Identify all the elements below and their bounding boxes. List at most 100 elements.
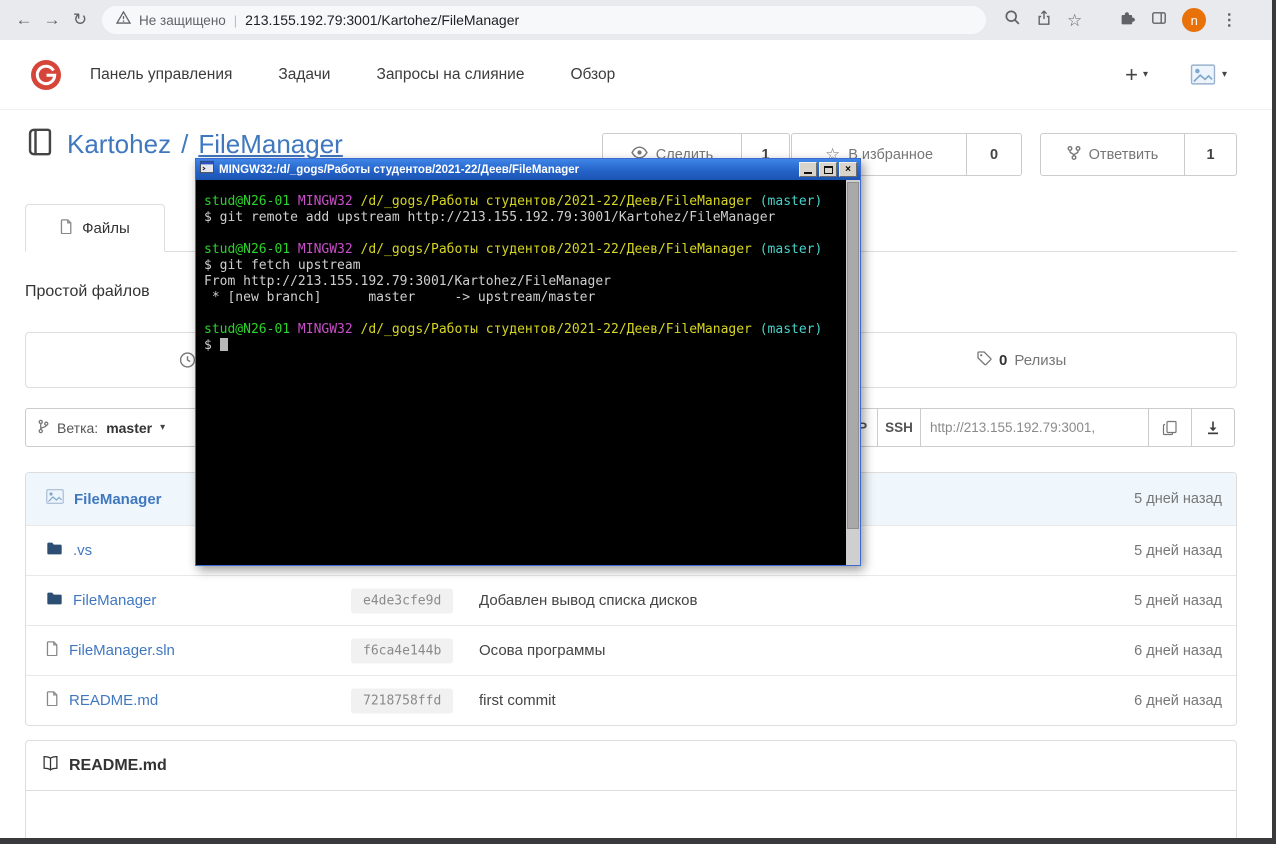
terminal-title: MINGW32:/d/_gogs/Работы студентов/2021-2… — [219, 163, 580, 176]
repo-title-separator: / — [181, 129, 189, 159]
address-bar[interactable]: Не защищено | 213.155.192.79:3001/Kartoh… — [102, 6, 986, 34]
book-icon — [42, 755, 59, 777]
history-icon — [179, 352, 196, 368]
file-name-link[interactable]: README.md — [69, 692, 158, 709]
toolbar-icons: ☆ n ⋮ — [1004, 8, 1237, 32]
scrollbar-thumb[interactable] — [847, 182, 859, 529]
back-button[interactable]: ← — [10, 6, 38, 34]
fork-button-group: Ответвить 1 — [1040, 133, 1237, 176]
fork-button[interactable]: Ответвить — [1040, 133, 1185, 176]
reload-button[interactable]: ↻ — [66, 6, 94, 34]
navbar-menu: Панель управления Задачи Запросы на слия… — [90, 66, 615, 84]
terminal-line: stud@N26-01 MINGW32 /d/_gogs/Работы студ… — [204, 194, 846, 210]
releases-label: Релизы — [1014, 351, 1067, 369]
table-row: FileManager e4de3cfe9d Добавлен вывод сп… — [26, 575, 1236, 625]
file-name-link[interactable]: .vs — [73, 542, 92, 559]
prompt-user: stud@N26-01 — [204, 242, 291, 257]
terminal-line: From http://213.155.192.79:3001/Kartohez… — [204, 274, 611, 289]
clone-url-input[interactable] — [920, 408, 1149, 447]
commit-hash-link[interactable]: e4de3cfe9d — [351, 588, 454, 613]
releases-count: 0 — [999, 351, 1008, 369]
repo-description: Простой файлов — [25, 283, 150, 300]
prompt-system: MINGW32 — [297, 242, 353, 257]
commit-message-link[interactable]: Осова программы — [479, 642, 605, 659]
terminal-line: $ git remote add upstream http://213.155… — [204, 210, 776, 225]
navbar-item-dashboard[interactable]: Панель управления — [90, 66, 232, 84]
ssh-protocol-button[interactable]: SSH — [877, 408, 921, 447]
readme-title: README.md — [69, 756, 167, 774]
bookmark-star-icon[interactable]: ☆ — [1067, 12, 1082, 29]
navbar-item-explore[interactable]: Обзор — [570, 66, 615, 84]
file-date: 5 дней назад — [1134, 542, 1222, 559]
navbar-item-pull-requests[interactable]: Запросы на слияние — [376, 66, 524, 84]
chevron-down-icon: ▾ — [1142, 69, 1148, 80]
navbar-right: + ▾ ▾ — [1125, 62, 1227, 88]
copy-url-button[interactable] — [1148, 408, 1192, 447]
terminal-line: stud@N26-01 MINGW32 /d/_gogs/Работы студ… — [204, 322, 846, 338]
prompt-user: stud@N26-01 — [204, 194, 291, 209]
share-icon[interactable] — [1036, 9, 1052, 31]
branch-selector[interactable]: Ветка: master ▾ — [25, 408, 213, 447]
commit-hash-link[interactable]: f6ca4e144b — [351, 638, 454, 663]
folder-icon — [46, 541, 63, 561]
star-count[interactable]: 0 — [967, 133, 1022, 176]
new-repo-button[interactable]: + ▾ — [1125, 62, 1148, 88]
window-controls: × — [799, 162, 857, 177]
terminal-titlebar[interactable]: MINGW32:/d/_gogs/Работы студентов/2021-2… — [196, 159, 860, 180]
file-date: 6 дней назад — [1134, 692, 1222, 709]
prompt-user: stud@N26-01 — [204, 322, 291, 337]
omnibox-separator: | — [233, 12, 238, 28]
file-icon — [46, 640, 59, 661]
plus-icon: + — [1125, 61, 1138, 87]
browser-menu-icon[interactable]: ⋮ — [1221, 10, 1237, 30]
repo-owner-link[interactable]: Kartohez — [67, 129, 171, 160]
forward-button[interactable]: → — [38, 6, 66, 34]
fork-count[interactable]: 1 — [1185, 133, 1237, 176]
user-menu-button[interactable]: ▾ — [1190, 64, 1227, 85]
browser-profile-avatar[interactable]: n — [1182, 8, 1207, 32]
extensions-puzzle-icon[interactable] — [1119, 10, 1136, 31]
terminal-line: $ — [204, 338, 846, 354]
repo-name-link[interactable]: FileManager — [198, 129, 343, 160]
terminal-app-icon — [200, 160, 214, 179]
terminal-window[interactable]: MINGW32:/d/_gogs/Работы студентов/2021-2… — [195, 158, 861, 566]
copy-icon — [1162, 420, 1177, 435]
commit-hash-link[interactable]: 7218758ffd — [351, 688, 454, 713]
commit-message-link[interactable]: Добавлен вывод списка дисков — [479, 592, 698, 609]
zoom-icon[interactable] — [1004, 9, 1021, 31]
terminal-line: stud@N26-01 MINGW32 /d/_gogs/Работы студ… — [204, 242, 846, 258]
download-icon — [1208, 421, 1218, 434]
not-secure-icon — [115, 10, 132, 29]
commits-stat[interactable] — [179, 352, 196, 369]
prompt-system: MINGW32 — [297, 194, 353, 209]
side-panel-icon[interactable] — [1151, 10, 1167, 31]
commit-message-link[interactable]: first commit — [479, 692, 556, 709]
security-label: Не защищено — [139, 12, 226, 28]
terminal-scrollbar[interactable] — [846, 180, 860, 565]
close-button[interactable]: × — [839, 162, 857, 177]
latest-commit-author-link[interactable]: FileManager — [74, 491, 162, 508]
file-date: 6 дней назад — [1134, 642, 1222, 659]
gogs-logo-icon[interactable] — [30, 59, 62, 91]
navbar-item-issues[interactable]: Задачи — [278, 66, 330, 84]
clone-bar: HTTP SSH — [821, 408, 1235, 447]
minimize-button[interactable] — [799, 162, 817, 177]
fork-label: Ответвить — [1088, 146, 1159, 163]
readme-section: README.md — [25, 740, 1237, 838]
readme-header: README.md — [26, 741, 1236, 791]
prompt-path: /d/_gogs/Работы студентов/2021-22/Деев/F… — [360, 242, 752, 257]
releases-stat[interactable]: 0 Релизы — [976, 333, 1066, 387]
user-avatar-placeholder-icon — [1190, 64, 1216, 85]
maximize-button[interactable] — [819, 162, 837, 177]
terminal-output[interactable]: stud@N26-01 MINGW32 /d/_gogs/Работы студ… — [196, 180, 846, 565]
file-name-link[interactable]: FileManager — [73, 592, 156, 609]
chevron-down-icon: ▾ — [1221, 69, 1227, 80]
browser-toolbar: ← → ↻ Не защищено | 213.155.192.79:3001/… — [0, 0, 1272, 40]
terminal-line: $ git fetch upstream — [204, 258, 361, 273]
terminal-line: * [new branch] master -> upstream/master — [204, 290, 596, 305]
download-archive-button[interactable] — [1191, 408, 1235, 447]
prompt-char: $ — [204, 338, 212, 353]
file-name-link[interactable]: FileManager.sln — [69, 642, 175, 659]
tab-files[interactable]: Файлы — [25, 204, 165, 252]
prompt-branch: (master) — [759, 242, 823, 257]
